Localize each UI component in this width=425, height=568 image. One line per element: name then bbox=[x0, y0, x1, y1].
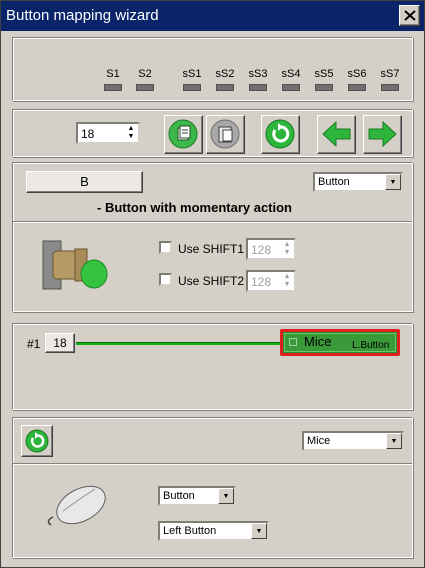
shift-label-s1: S1 bbox=[106, 68, 120, 80]
target-config-panel: Mice ▼ Button ▼ Left Button ▼ bbox=[12, 417, 413, 558]
shift-led-ss1 bbox=[183, 84, 201, 91]
mapping-index: #1 bbox=[27, 337, 41, 351]
button-number-spinner[interactable]: 18 ▲ ▼ bbox=[76, 122, 140, 144]
previous-button[interactable] bbox=[317, 115, 356, 154]
shift-label-ss2: sS2 bbox=[215, 68, 235, 80]
spin-up-icon[interactable]: ▲ bbox=[282, 241, 292, 249]
target-device-select[interactable]: Mice ▼ bbox=[302, 431, 404, 451]
title-bar: Button mapping wizard bbox=[1, 1, 424, 31]
shift-indicator-panel: S1 S2 sS1 sS2 sS3 sS4 sS5 sS6 sS7 bbox=[12, 37, 413, 101]
copy-icon bbox=[168, 119, 198, 149]
action-select[interactable]: Left Button ▼ bbox=[158, 521, 269, 541]
mapping-target-block[interactable]: Mice L.Button bbox=[280, 329, 400, 356]
shift-label-ss7: sS7 bbox=[380, 68, 400, 80]
next-button[interactable] bbox=[363, 115, 402, 154]
spin-up-icon[interactable]: ▲ bbox=[126, 125, 136, 133]
refresh-icon bbox=[265, 119, 295, 149]
target-indicator-icon bbox=[289, 338, 297, 346]
window-title: Button mapping wizard bbox=[6, 7, 159, 24]
shift1-value: 128 bbox=[251, 243, 272, 257]
spin-down-icon[interactable]: ▼ bbox=[126, 133, 136, 141]
arrow-left-icon bbox=[322, 120, 351, 148]
shift-led-ss4 bbox=[282, 84, 300, 91]
action-type-value: Button bbox=[163, 490, 195, 502]
shift-led-s1 bbox=[104, 84, 122, 91]
action-value: Left Button bbox=[163, 525, 217, 537]
use-shift1-label: Use SHIFT1 bbox=[178, 242, 245, 256]
use-shift2-label: Use SHIFT2 bbox=[178, 274, 245, 288]
spin-down-icon[interactable]: ▼ bbox=[282, 249, 292, 257]
spin-down-icon[interactable]: ▼ bbox=[282, 281, 292, 289]
shift-led-ss6 bbox=[348, 84, 366, 91]
button-config-panel: B Button ▼ - Button with momentary actio… bbox=[12, 162, 413, 312]
shift-led-ss7 bbox=[381, 84, 399, 91]
button-number-value: 18 bbox=[81, 127, 95, 141]
button-mapping-wizard-window: Button mapping wizard S1 S2 sS1 sS2 sS3 … bbox=[0, 0, 425, 568]
close-icon bbox=[404, 10, 416, 21]
divider bbox=[13, 221, 412, 223]
button-description: - Button with momentary action bbox=[97, 200, 292, 215]
button-type-value: Button bbox=[318, 176, 350, 188]
shift-label-ss5: sS5 bbox=[314, 68, 334, 80]
chevron-down-icon: ▼ bbox=[251, 523, 267, 539]
refresh-icon bbox=[25, 429, 49, 453]
chevron-down-icon: ▼ bbox=[385, 174, 401, 190]
shift-led-ss5 bbox=[315, 84, 333, 91]
button-b[interactable]: B bbox=[26, 171, 143, 193]
shift-led-s2 bbox=[136, 84, 154, 91]
paste-button[interactable] bbox=[206, 115, 245, 154]
chevron-down-icon: ▼ bbox=[386, 433, 402, 449]
shift-led-ss3 bbox=[249, 84, 267, 91]
mouse-image bbox=[47, 485, 106, 526]
action-type-select[interactable]: Button ▼ bbox=[158, 486, 236, 506]
spin-up-icon[interactable]: ▲ bbox=[282, 273, 292, 281]
target-refresh-button[interactable] bbox=[21, 425, 53, 457]
refresh-button[interactable] bbox=[261, 115, 300, 154]
paste-icon bbox=[210, 119, 240, 149]
shift2-spinner[interactable]: 128 ▲ ▼ bbox=[246, 270, 296, 292]
mapping-target-name: Mice bbox=[304, 334, 332, 349]
mapping-button-number[interactable]: 18 bbox=[45, 333, 75, 353]
button-type-select[interactable]: Button ▼ bbox=[313, 172, 403, 192]
mapping-link-line bbox=[76, 342, 281, 345]
shift-label-s2: S2 bbox=[138, 68, 152, 80]
target-device-value: Mice bbox=[307, 435, 331, 447]
shift2-value: 128 bbox=[251, 275, 272, 289]
toolbar-panel: 18 ▲ ▼ bbox=[12, 109, 413, 157]
shift1-spinner[interactable]: 128 ▲ ▼ bbox=[246, 238, 296, 260]
use-shift1-checkbox[interactable] bbox=[159, 241, 172, 254]
mapping-target-action: L.Button bbox=[352, 340, 390, 351]
shift-led-ss2 bbox=[216, 84, 234, 91]
divider bbox=[13, 463, 412, 465]
shift-label-ss3: sS3 bbox=[248, 68, 268, 80]
mapping-panel: #1 18 Mice L.Button bbox=[12, 323, 413, 410]
use-shift2-checkbox[interactable] bbox=[159, 273, 172, 286]
shift-label-ss1: sS1 bbox=[182, 68, 202, 80]
shift-label-ss4: sS4 bbox=[281, 68, 301, 80]
close-button[interactable] bbox=[399, 5, 420, 26]
shift-label-ss6: sS6 bbox=[347, 68, 367, 80]
arrow-right-icon bbox=[368, 120, 397, 148]
copy-button[interactable] bbox=[164, 115, 203, 154]
pushbutton-image bbox=[42, 240, 108, 290]
chevron-down-icon: ▼ bbox=[218, 488, 234, 504]
